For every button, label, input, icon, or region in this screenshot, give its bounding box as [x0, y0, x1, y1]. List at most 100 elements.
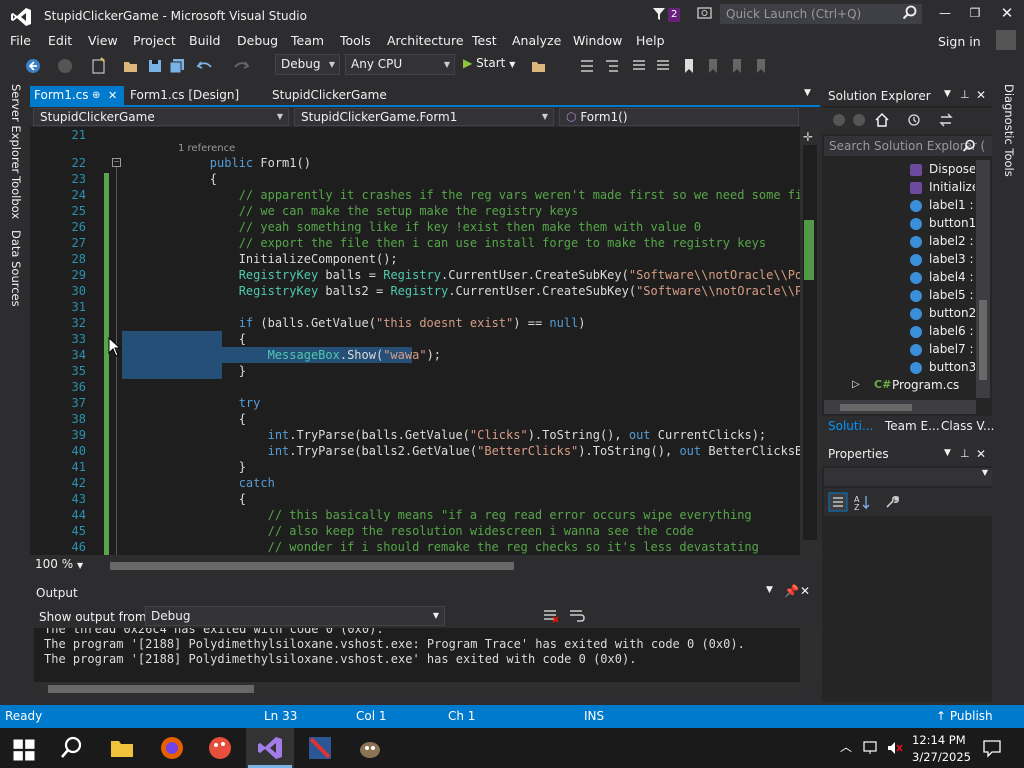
- account-avatar-icon[interactable]: [996, 30, 1016, 50]
- categorized-icon[interactable]: [828, 492, 848, 512]
- find-in-files-icon[interactable]: [530, 57, 548, 75]
- prev-bookmark-icon[interactable]: [704, 57, 722, 75]
- clear-all-icon[interactable]: [542, 608, 560, 624]
- expand-arrow-icon[interactable]: ▷: [852, 379, 860, 390]
- file-explorer-icon[interactable]: [108, 734, 136, 762]
- pin-icon[interactable]: ⊥: [960, 447, 970, 460]
- tab-project[interactable]: StupidClickerGame: [272, 86, 387, 105]
- sign-in-link[interactable]: Sign in: [938, 34, 981, 49]
- search-icon[interactable]: [962, 139, 976, 153]
- member-navigation-select[interactable]: ⬡ Form1(): [559, 108, 799, 126]
- gimp-icon[interactable]: [356, 734, 384, 762]
- codelens-references[interactable]: 1 reference: [178, 143, 235, 154]
- redo-icon[interactable]: [232, 57, 250, 75]
- tree-item[interactable]: button3 :: [929, 360, 975, 374]
- menu-view[interactable]: View: [88, 33, 118, 48]
- editor-hscroll-thumb[interactable]: [110, 562, 514, 570]
- tab-overflow-chevron-icon[interactable]: ▼: [804, 88, 811, 98]
- comment-lines-icon[interactable]: [630, 57, 648, 75]
- history-icon[interactable]: [906, 112, 922, 128]
- volume-muted-icon[interactable]: [886, 740, 904, 756]
- maximize-button[interactable]: ❐: [960, 6, 990, 20]
- properties-object-select[interactable]: ▼: [824, 468, 992, 486]
- menu-debug[interactable]: Debug: [237, 33, 278, 48]
- close-window-button[interactable]: ✕: [992, 4, 1022, 22]
- tree-item[interactable]: label4 : L: [929, 270, 975, 284]
- menu-test[interactable]: Test: [472, 33, 497, 48]
- solution-hscroll-thumb[interactable]: [840, 404, 912, 411]
- menu-window[interactable]: Window: [573, 33, 622, 48]
- undo-icon[interactable]: [196, 57, 214, 75]
- step-over-icon[interactable]: [603, 57, 621, 75]
- tree-item[interactable]: label6 : L: [929, 324, 975, 338]
- taskbar-clock-date[interactable]: 3/27/2025: [912, 750, 971, 764]
- back-icon[interactable]: [832, 113, 846, 127]
- tree-item[interactable]: button2 :: [929, 306, 975, 320]
- data-sources-tab[interactable]: Data Sources: [9, 230, 23, 307]
- navigate-back-icon[interactable]: [24, 57, 42, 75]
- menu-analyze[interactable]: Analyze: [512, 33, 561, 48]
- publish-button[interactable]: ↑ Publish: [936, 709, 993, 723]
- zoom-level-select[interactable]: 100 % ▼: [35, 557, 83, 571]
- bookmark-icon[interactable]: [680, 57, 698, 75]
- type-navigation-select[interactable]: StupidClickerGame.Form1 ▼: [294, 108, 554, 126]
- notification-count-badge[interactable]: 2: [668, 8, 681, 22]
- output-text-area[interactable]: The thread 0x26c4 has exited with code 0…: [34, 628, 800, 682]
- tree-item[interactable]: label5 : L: [929, 288, 975, 302]
- search-icon[interactable]: [902, 5, 918, 21]
- save-icon[interactable]: [146, 57, 164, 75]
- server-explorer-tab[interactable]: Server Explorer: [9, 84, 23, 173]
- tree-item-program-cs[interactable]: Program.cs: [892, 378, 959, 392]
- panel-menu-chevron-icon[interactable]: ▼: [766, 585, 773, 595]
- pin-icon[interactable]: ⊕: [92, 86, 100, 105]
- forward-icon[interactable]: [852, 113, 866, 127]
- firefox-icon[interactable]: [158, 734, 186, 762]
- editor-scroll-thumb[interactable]: [803, 145, 817, 540]
- tree-item[interactable]: button1 :: [929, 216, 975, 230]
- split-editor-icon[interactable]: ✛: [803, 130, 813, 144]
- menu-file[interactable]: File: [10, 33, 31, 48]
- menu-edit[interactable]: Edit: [48, 33, 72, 48]
- output-source-select[interactable]: Debug ▼: [145, 606, 445, 626]
- output-vertical-scrollbar[interactable]: [800, 628, 820, 682]
- alphabetical-icon[interactable]: AZ: [852, 492, 872, 512]
- solution-vscroll-thumb[interactable]: [979, 300, 987, 380]
- uncomment-lines-icon[interactable]: [654, 57, 672, 75]
- network-icon[interactable]: [862, 740, 880, 756]
- tree-item[interactable]: label1 : L: [929, 198, 975, 212]
- feedback-icon[interactable]: [696, 5, 714, 23]
- quick-launch-input[interactable]: Quick Launch (Ctrl+Q): [720, 4, 922, 24]
- step-into-icon[interactable]: [578, 57, 596, 75]
- menu-project[interactable]: Project: [133, 33, 176, 48]
- pin-icon[interactable]: 📌: [784, 584, 799, 598]
- home-icon[interactable]: [874, 112, 890, 128]
- close-panel-icon[interactable]: ✕: [976, 447, 986, 461]
- paint-app-icon[interactable]: [206, 734, 234, 762]
- navigate-forward-icon[interactable]: [56, 57, 74, 75]
- visual-studio-taskbar-icon[interactable]: [256, 734, 284, 762]
- windows-start-icon[interactable]: [10, 736, 38, 764]
- close-panel-icon[interactable]: ✕: [800, 584, 810, 598]
- menu-build[interactable]: Build: [189, 33, 220, 48]
- menu-architecture[interactable]: Architecture: [387, 33, 464, 48]
- tree-item[interactable]: Dispose(: [929, 162, 975, 176]
- tree-item[interactable]: label2 : L: [929, 234, 975, 248]
- notification-filter-icon[interactable]: [652, 6, 666, 22]
- clear-bookmarks-icon[interactable]: [752, 57, 770, 75]
- tab-class-view[interactable]: Class V...: [941, 419, 995, 433]
- panel-menu-chevron-icon[interactable]: ▼: [944, 448, 951, 458]
- open-file-icon[interactable]: [122, 57, 140, 75]
- diagnostic-tools-tab[interactable]: Diagnostic Tools: [1002, 84, 1016, 177]
- search-icon[interactable]: [58, 734, 86, 762]
- menu-team[interactable]: Team: [291, 33, 324, 48]
- close-panel-icon[interactable]: ✕: [976, 88, 986, 102]
- start-debugging-button[interactable]: ▶ Start ▼: [463, 56, 515, 70]
- solution-config-select[interactable]: Debug ▼: [275, 54, 340, 75]
- project-navigation-select[interactable]: StupidClickerGame ▼: [33, 108, 289, 126]
- close-tab-icon[interactable]: ✕: [108, 86, 117, 105]
- toolbox-tab[interactable]: Toolbox: [9, 176, 23, 219]
- tab-solution-explorer[interactable]: Soluti...: [828, 419, 873, 433]
- menu-tools[interactable]: Tools: [340, 33, 371, 48]
- next-bookmark-icon[interactable]: [728, 57, 746, 75]
- tree-item[interactable]: label3 : L: [929, 252, 975, 266]
